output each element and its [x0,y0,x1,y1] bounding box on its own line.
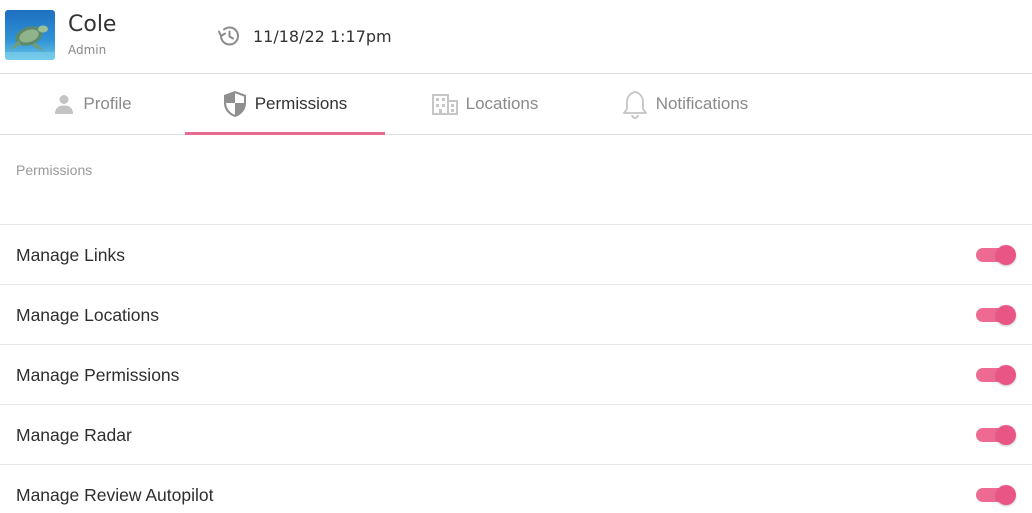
toggle-thumb [996,485,1016,505]
toggle-thumb [996,245,1016,265]
user-name: Cole [68,12,117,37]
permission-row-manage-review-autopilot: Manage Review Autopilot [0,464,1032,513]
toggle-thumb [996,305,1016,325]
tab-label-permissions: Permissions [254,94,348,113]
permission-label: Manage Links [16,245,125,265]
tab-notifications[interactable]: Notifications [585,74,785,134]
permission-row-manage-permissions: Manage Permissions [0,344,1032,404]
toggle-thumb [996,425,1016,445]
permission-label: Manage Radar [16,425,132,445]
permission-row-manage-links: Manage Links [0,224,1032,284]
permission-toggle[interactable] [976,425,1016,445]
permission-row-manage-radar: Manage Radar [0,404,1032,464]
tab-permissions[interactable]: Permissions [185,74,385,135]
tab-label-notifications: Notifications [655,94,749,113]
permission-label: Manage Permissions [16,365,180,385]
person-icon [55,95,74,114]
permission-toggle[interactable] [976,245,1016,265]
permission-row-manage-locations: Manage Locations [0,284,1032,344]
tab-profile[interactable]: Profile [0,74,185,134]
tab-label-locations: Locations [465,94,539,113]
section-title: Permissions [16,162,93,178]
settings-tabs: Profile Permissions Locations Notificati… [0,74,1032,135]
permission-toggle[interactable] [976,365,1016,385]
tab-label-profile: Profile [83,94,132,113]
user-header: Cole Admin 11/18/22 1:17pm [0,0,1032,74]
last-activity-timestamp: 11/18/22 1:17pm [253,27,392,46]
permission-label: Manage Review Autopilot [16,485,214,505]
permission-label: Manage Locations [16,305,160,325]
building-icon [431,94,458,115]
user-role: Admin [68,43,107,57]
avatar [5,10,55,60]
permissions-list: Manage Links Manage Locations Manage Per… [0,224,1032,513]
toggle-thumb [996,365,1016,385]
tab-locations[interactable]: Locations [385,74,585,134]
permission-toggle[interactable] [976,305,1016,325]
permission-toggle[interactable] [976,485,1016,505]
shield-icon [223,91,246,117]
history-icon [216,23,242,49]
bell-icon [622,90,647,119]
